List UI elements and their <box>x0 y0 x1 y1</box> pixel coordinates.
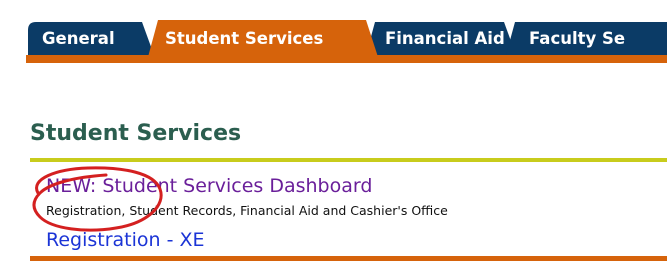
title-divider <box>30 158 667 162</box>
tab-underline <box>26 55 667 63</box>
dashboard-description: Registration, Student Records, Financial… <box>46 203 448 218</box>
tab-label: Faculty Se <box>529 29 626 48</box>
red-circle-annotation <box>32 166 163 232</box>
page: General Financial Aid Faculty Se Student… <box>0 0 667 265</box>
tab-faculty-services[interactable]: Faculty Se <box>506 22 667 55</box>
section-title: Student Services <box>30 121 242 146</box>
tab-general[interactable]: General <box>28 22 154 55</box>
tab-label: Student Services <box>165 29 324 48</box>
student-services-dashboard-link[interactable]: NEW: Student Services Dashboard <box>46 175 372 197</box>
tab-label: General <box>42 29 115 48</box>
tab-label: Financial Aid <box>385 29 505 48</box>
tab-student-services[interactable]: Student Services <box>148 20 378 57</box>
bottom-divider <box>30 256 667 261</box>
tab-bar: General Financial Aid Faculty Se Student… <box>0 0 667 57</box>
registration-xe-link[interactable]: Registration - XE <box>46 229 205 251</box>
tab-financial-aid[interactable]: Financial Aid <box>366 22 516 55</box>
